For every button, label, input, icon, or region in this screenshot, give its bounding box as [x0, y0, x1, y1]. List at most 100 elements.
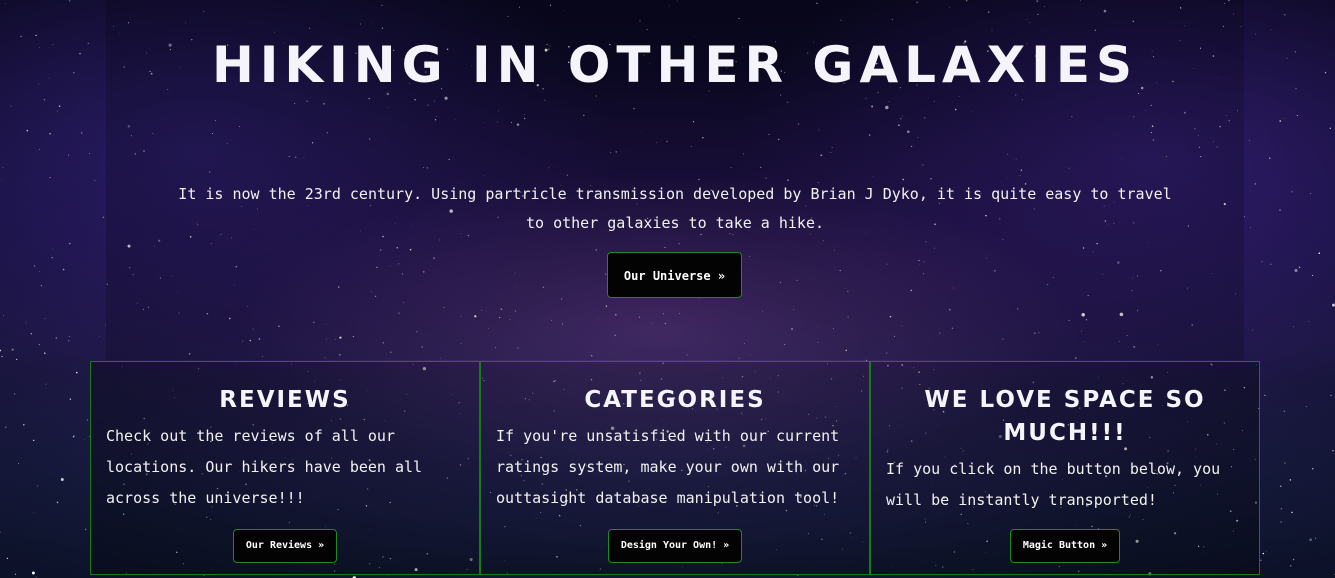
categories-card-text: If you're unsatisfied with our current r… — [496, 427, 840, 507]
star — [1254, 183, 1257, 185]
star — [38, 344, 40, 346]
star — [68, 0, 71, 2]
star — [1318, 252, 1321, 254]
star — [1291, 191, 1293, 193]
star — [20, 35, 22, 38]
star — [49, 177, 51, 179]
star — [6, 557, 8, 560]
star — [1261, 260, 1263, 262]
star — [0, 531, 1, 533]
design-your-own-button[interactable]: Design Your Own! » — [607, 529, 743, 563]
star — [55, 337, 57, 339]
star — [1315, 537, 1317, 539]
star — [4, 426, 7, 428]
star — [76, 371, 78, 374]
star — [94, 179, 96, 182]
star — [23, 423, 25, 426]
star — [1270, 29, 1272, 31]
star — [26, 129, 29, 132]
star — [60, 478, 64, 481]
our-reviews-button[interactable]: Our Reviews » — [232, 529, 338, 563]
star — [68, 336, 70, 337]
star — [1308, 320, 1310, 322]
star — [35, 34, 37, 37]
our-universe-button[interactable]: Our Universe » — [607, 252, 742, 298]
star — [1249, 227, 1251, 229]
star — [62, 268, 65, 271]
star — [1280, 521, 1282, 523]
star — [52, 248, 53, 250]
star — [43, 99, 45, 101]
star — [49, 78, 50, 79]
star — [87, 42, 89, 45]
star — [88, 152, 90, 155]
star — [72, 435, 75, 438]
reviews-card-actions: Our Reviews » — [91, 529, 479, 563]
star — [1283, 410, 1286, 412]
star — [1286, 57, 1288, 59]
star — [1, 355, 3, 358]
star — [1306, 406, 1308, 407]
categories-card: Categories If you're unsatisfied with ou… — [480, 361, 870, 575]
star — [56, 501, 59, 504]
star — [1283, 118, 1284, 119]
star — [37, 485, 39, 487]
star — [14, 393, 16, 395]
star — [58, 105, 61, 107]
star — [1266, 551, 1267, 553]
star — [98, 335, 100, 337]
star — [39, 271, 41, 272]
star — [52, 43, 54, 45]
star — [2, 166, 4, 168]
star — [39, 46, 41, 48]
star — [1311, 467, 1314, 470]
star — [1330, 394, 1332, 397]
star — [38, 83, 39, 85]
star — [80, 132, 83, 134]
feature-cards: Reviews Check out the reviews of all our… — [90, 361, 1260, 575]
star — [25, 322, 27, 324]
star — [1262, 552, 1265, 555]
star — [33, 439, 35, 442]
star — [1269, 157, 1271, 159]
star — [49, 133, 51, 135]
star — [11, 348, 14, 351]
star — [1270, 263, 1272, 265]
star — [57, 110, 58, 112]
star — [34, 265, 36, 267]
star — [69, 242, 71, 245]
star — [1295, 88, 1297, 90]
categories-card-title: Categories — [584, 387, 766, 413]
star — [5, 3, 6, 4]
star — [40, 285, 42, 287]
star — [1312, 274, 1314, 277]
reviews-card: Reviews Check out the reviews of all our… — [90, 361, 480, 575]
love-space-card-title: We love space so much!!! — [924, 387, 1206, 446]
love-space-card: We love space so much!!! If you click on… — [870, 361, 1260, 575]
star — [14, 573, 17, 575]
star — [1284, 462, 1286, 464]
star — [1324, 72, 1327, 74]
star — [1291, 511, 1293, 514]
love-space-card-actions: Magic Button » — [871, 529, 1259, 563]
star — [3, 315, 4, 316]
star — [1264, 394, 1266, 397]
star — [30, 333, 32, 335]
love-space-card-text: If you click on the button below, you wi… — [886, 460, 1221, 509]
star — [1332, 303, 1335, 307]
star — [16, 358, 18, 361]
star — [1309, 538, 1312, 542]
star — [1280, 507, 1283, 510]
star — [1279, 120, 1281, 122]
star — [79, 52, 81, 55]
magic-button[interactable]: Magic Button » — [1009, 529, 1121, 563]
star — [1332, 450, 1334, 452]
star — [1292, 326, 1294, 328]
star — [51, 257, 53, 259]
star — [1, 179, 3, 181]
star — [18, 463, 20, 464]
star — [44, 352, 46, 354]
star — [1310, 193, 1312, 195]
reviews-card-text: Check out the reviews of all our locatio… — [106, 427, 423, 507]
star — [1329, 127, 1331, 129]
